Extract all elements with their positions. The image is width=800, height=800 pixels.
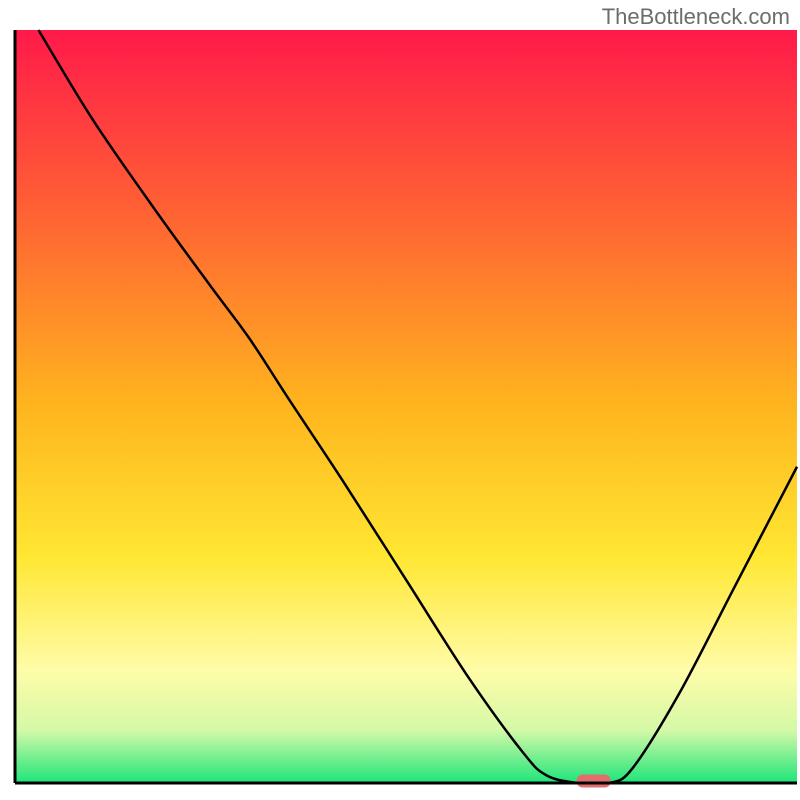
watermark-text: TheBottleneck.com: [602, 4, 790, 30]
chart-background: [15, 30, 797, 783]
bottleneck-chart: [0, 0, 800, 800]
optimal-marker: [577, 775, 611, 788]
